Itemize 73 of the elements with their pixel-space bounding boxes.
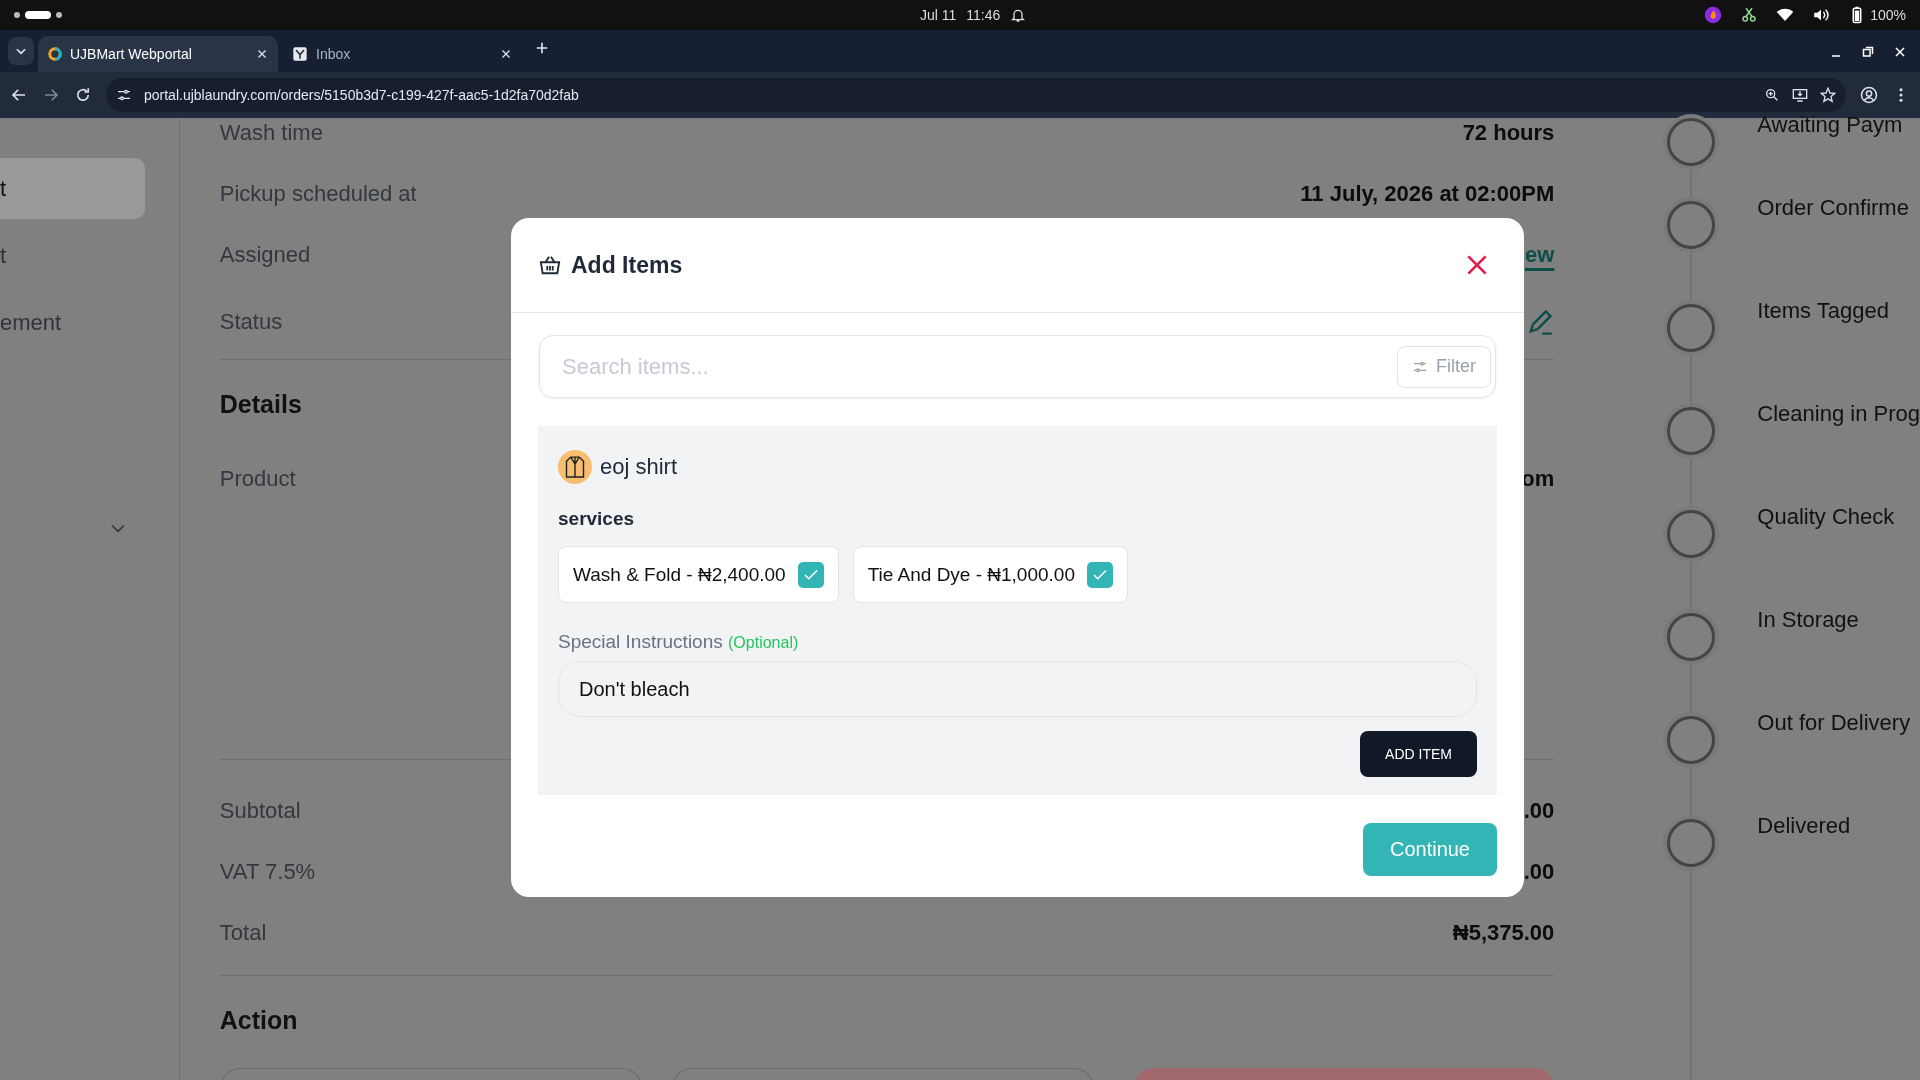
forward-icon[interactable] — [42, 86, 60, 104]
section-heading: Action — [219, 1005, 298, 1035]
mail-icon — [292, 46, 308, 62]
clock-time: 11:46 — [966, 7, 1001, 23]
checkbox[interactable] — [1087, 561, 1113, 588]
close-icon[interactable] — [500, 48, 512, 60]
pencil-icon[interactable] — [1526, 308, 1555, 336]
site-icon — [48, 47, 62, 61]
tab-title: Inbox — [316, 46, 352, 62]
step-label: Awaiting Paym — [1757, 112, 1903, 139]
step-circle — [1667, 716, 1716, 764]
clock-date: Jul 11 — [920, 7, 957, 23]
restore-icon[interactable] — [1862, 46, 1874, 58]
profile-icon[interactable] — [1860, 86, 1878, 104]
browser-tab[interactable]: UJBMart Webportal — [38, 36, 278, 72]
close-icon[interactable] — [256, 48, 268, 60]
field-label: Total — [219, 919, 267, 946]
basket-icon — [539, 254, 561, 276]
field-label: VAT 7.5% — [219, 858, 316, 885]
site-settings-icon — [116, 87, 132, 103]
step-circle — [1667, 407, 1716, 455]
step-label: Out for Delivery — [1757, 710, 1911, 737]
field-label: Wash time — [219, 119, 323, 146]
step-circle — [1667, 304, 1716, 352]
services-label: services — [558, 508, 636, 530]
zoom-icon[interactable] — [1764, 87, 1780, 103]
workspace-indicator[interactable] — [14, 11, 62, 19]
new-tab-icon[interactable] — [534, 40, 550, 56]
field-label: Pickup scheduled at — [219, 180, 417, 207]
field-label: Assigned — [219, 241, 311, 268]
bell-icon — [1010, 7, 1027, 23]
step-circle — [1667, 201, 1716, 249]
reload-icon[interactable] — [74, 86, 92, 104]
instructions-label: Special Instructions — [558, 631, 723, 652]
field-label: Product — [219, 465, 296, 492]
tab-title: UJBMart Webportal — [70, 46, 193, 62]
step-label: Order Confirme — [1757, 195, 1909, 222]
service-option[interactable]: Wash & Fold - ₦2,400.00 — [558, 546, 839, 603]
field-value: .00 — [1523, 858, 1555, 885]
step-label: In Storage — [1757, 607, 1859, 634]
instructions-field[interactable]: Don't bleach — [558, 661, 1477, 717]
sidebar-item[interactable]: t — [0, 158, 145, 219]
flame-icon — [1704, 6, 1723, 24]
field-value: ₦5,375.00 — [1452, 919, 1555, 946]
install-icon[interactable] — [1792, 87, 1808, 103]
optional-hint: (Optional) — [728, 634, 799, 651]
section-heading: Details — [219, 389, 302, 419]
scissors-icon — [1740, 6, 1759, 24]
address-bar[interactable]: portal.ujblaundry.com/orders/5150b3d7-c199-427f-aac5-1d2fa70d2fab — [106, 78, 1846, 112]
back-icon[interactable] — [10, 86, 28, 104]
field-value: .00 — [1523, 797, 1555, 824]
item-name: eoj shirt — [600, 454, 678, 480]
field-label: Subtotal — [219, 797, 301, 824]
dialog-title: Add Items — [571, 251, 684, 279]
field-value: 72 hours — [1462, 119, 1555, 146]
field-value: 11 July, 2026 at 02:00PM — [1300, 180, 1555, 207]
step-circle — [1667, 613, 1716, 661]
step-label: Items Tagged — [1757, 298, 1889, 325]
field-label: Status — [219, 309, 283, 335]
service-option[interactable]: Tie And Dye - ₦1,000.00 — [852, 546, 1128, 603]
battery-level: 100% — [1870, 7, 1906, 23]
step-label: Cleaning in Prog — [1757, 401, 1920, 428]
browser-tab[interactable]: Inbox — [282, 36, 522, 72]
step-circle — [1667, 819, 1716, 867]
step-label: Delivered — [1757, 813, 1851, 840]
step-label: Quality Check — [1757, 504, 1895, 531]
coat-icon — [558, 450, 592, 484]
step-circle — [1667, 510, 1716, 558]
step-circle — [1667, 118, 1716, 166]
star-icon[interactable] — [1820, 87, 1836, 103]
checkbox[interactable] — [797, 561, 824, 588]
add-item-button[interactable]: ADD ITEM — [1360, 731, 1477, 777]
tab-search-button[interactable] — [8, 37, 34, 65]
